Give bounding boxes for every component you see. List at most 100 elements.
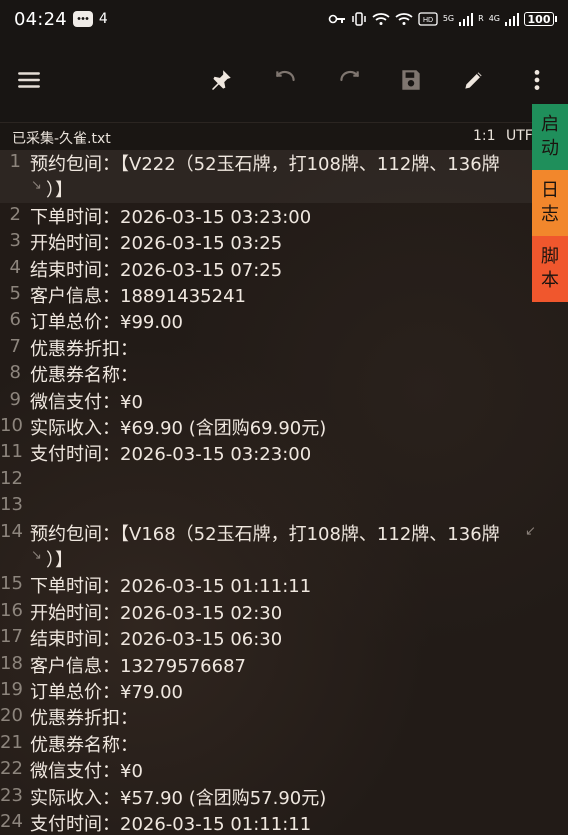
editor-line: 19 订单总价：¥79.00 xyxy=(0,678,532,704)
editor-line: 12 xyxy=(0,467,532,493)
line-text: 订单总价：¥99.00 xyxy=(30,312,183,334)
wrap-indicator-icon: ↙ xyxy=(525,523,536,539)
editor-line: 1 预约包间：【V222（52玉石牌，打108牌、112牌、136牌 ↘ ）】 xyxy=(0,150,532,203)
log-button-label: 日志 xyxy=(541,179,559,225)
line-text: 支付时间：2026-03-15 03:23:00 xyxy=(30,444,312,466)
line-text: 订单总价：¥79.00 xyxy=(30,682,183,703)
battery-indicator: 100 xyxy=(524,12,557,26)
line-text: 结束时间：2026-03-15 06:30 xyxy=(30,629,283,651)
line-text: 开始时间：2026-03-15 02:30 xyxy=(30,602,283,624)
line-number: 14 xyxy=(0,520,23,542)
network-4g-label: 4G xyxy=(488,14,500,23)
line-number: 4 xyxy=(9,256,21,278)
line-text: 优惠券名称： xyxy=(30,734,138,756)
editor-line: 8 优惠券名称： xyxy=(0,361,532,387)
editor-line: 18 客户信息：13279576687 xyxy=(0,652,532,678)
wrap-continuation-icon: ↘ xyxy=(31,547,42,563)
line-number: 11 xyxy=(0,441,23,463)
line-text: 结束时间：2026-03-15 07:25 xyxy=(30,259,283,281)
menu-icon xyxy=(18,72,40,88)
editor-line: 6 订单总价：¥99.00 xyxy=(0,308,532,334)
status-time: 04:24 xyxy=(14,8,67,30)
editor-line: 13 xyxy=(0,493,532,519)
log-button[interactable]: 日志 xyxy=(532,170,568,236)
signal-strength-icon xyxy=(505,12,519,26)
more-options-button[interactable] xyxy=(517,60,557,100)
line-text: 实际收入：¥69.90 (含团购69.90元) xyxy=(30,418,327,439)
signal-strength-icon xyxy=(459,12,474,26)
file-name: 已采集-久雀.txt xyxy=(12,131,111,147)
line-number: 1 xyxy=(9,151,21,172)
vibrate-icon xyxy=(352,12,366,26)
line-text: 下单时间：2026-03-15 03:23:00 xyxy=(30,206,312,228)
roaming-label: R xyxy=(478,14,484,23)
pin-button[interactable] xyxy=(201,60,241,100)
key-icon xyxy=(328,14,345,24)
script-button[interactable]: 脚本 xyxy=(532,236,568,302)
start-button-label: 启动 xyxy=(541,113,559,159)
file-encoding: UTF xyxy=(506,128,533,144)
editor-line: 16 开始时间：2026-03-15 02:30 xyxy=(0,599,532,625)
line-number: 3 xyxy=(9,230,21,252)
line-number: 15 xyxy=(0,573,23,595)
line-number: 18 xyxy=(0,652,23,674)
pencil-icon xyxy=(465,72,482,89)
editor-line: 11 支付时间：2026-03-15 03:23:00 xyxy=(0,440,532,466)
line-text: 微信支付：¥0 xyxy=(30,761,143,783)
status-left: 04:24 4 xyxy=(14,9,108,30)
line-text: 优惠券折扣： xyxy=(30,338,138,360)
redo-icon xyxy=(340,70,359,82)
line-text: 优惠券折扣： xyxy=(30,708,138,730)
line-text: ）】 xyxy=(46,549,73,571)
editor-line: 10 实际收入：¥69.90 (含团购69.90元) xyxy=(0,414,532,440)
line-text: 微信支付：¥0 xyxy=(30,391,143,413)
redo-button[interactable] xyxy=(329,60,369,100)
menu-button[interactable] xyxy=(9,60,49,100)
start-button[interactable]: 启动 xyxy=(532,104,568,170)
line-text: 支付时间：2026-03-15 01:11:11 xyxy=(30,814,312,835)
more-vert-icon xyxy=(534,70,540,90)
editor-line: 17 结束时间：2026-03-15 06:30 xyxy=(0,625,532,651)
editor-line: 14 预约包间：【V168（52玉石牌，打108牌、112牌、136牌 ↙ ↘ … xyxy=(0,520,536,573)
svg-text:HD: HD xyxy=(423,17,433,24)
undo-icon xyxy=(276,70,295,82)
script-button-label: 脚本 xyxy=(541,245,559,291)
editor-line: 3 开始时间：2026-03-15 03:25 xyxy=(0,229,532,255)
line-number: 20 xyxy=(0,705,23,727)
line-number: 10 xyxy=(0,415,23,436)
editor-line: 20 优惠券折扣： xyxy=(0,704,532,730)
line-number: 23 xyxy=(0,784,23,806)
network-5g-label: 5G xyxy=(442,14,455,23)
line-number: 2 xyxy=(9,203,21,225)
editor-line: 2 下单时间：2026-03-15 03:23:00 xyxy=(0,203,532,229)
save-button[interactable] xyxy=(391,60,431,100)
editor-line: 21 优惠券名称： xyxy=(0,731,532,757)
line-number: 7 xyxy=(9,335,21,357)
line-number: 22 xyxy=(0,758,23,780)
editor-toolbar xyxy=(0,38,568,122)
chat-notification-icon xyxy=(72,11,93,27)
line-number: 6 xyxy=(9,309,21,331)
text-editor[interactable]: 1 预约包间：【V222（52玉石牌，打108牌、112牌、136牌 ↘ ）】 … xyxy=(0,150,568,835)
undo-button[interactable] xyxy=(266,60,306,100)
pin-icon xyxy=(212,70,231,90)
battery-level: 100 xyxy=(527,12,551,26)
status-bar: 04:24 4 HD 5G R 4G 100 xyxy=(0,0,568,38)
line-number: 12 xyxy=(0,467,23,489)
line-number: 17 xyxy=(0,626,23,648)
editor-line: 9 微信支付：¥0 xyxy=(0,388,532,414)
edit-button[interactable] xyxy=(454,60,494,100)
wifi-hd-icon xyxy=(395,13,413,25)
cursor-position: 1:1 xyxy=(473,128,496,144)
save-icon xyxy=(402,70,420,90)
line-number: 19 xyxy=(0,679,23,700)
line-text: 实际收入：¥57.90 (含团购57.90元) xyxy=(30,787,327,809)
line-number: 9 xyxy=(9,388,21,410)
line-number: 21 xyxy=(0,731,23,753)
line-text: 客户信息：13279576687 xyxy=(30,655,246,677)
editor-line: 15 下单时间：2026-03-15 01:11:11 xyxy=(0,572,532,598)
notification-count: 4 xyxy=(98,11,108,27)
editor-line: 22 微信支付：¥0 xyxy=(0,757,532,783)
line-text: 预约包间：【V168（52玉石牌，打108牌、112牌、136牌 xyxy=(30,523,500,545)
line-text: 下单时间：2026-03-15 01:11:11 xyxy=(30,576,312,598)
